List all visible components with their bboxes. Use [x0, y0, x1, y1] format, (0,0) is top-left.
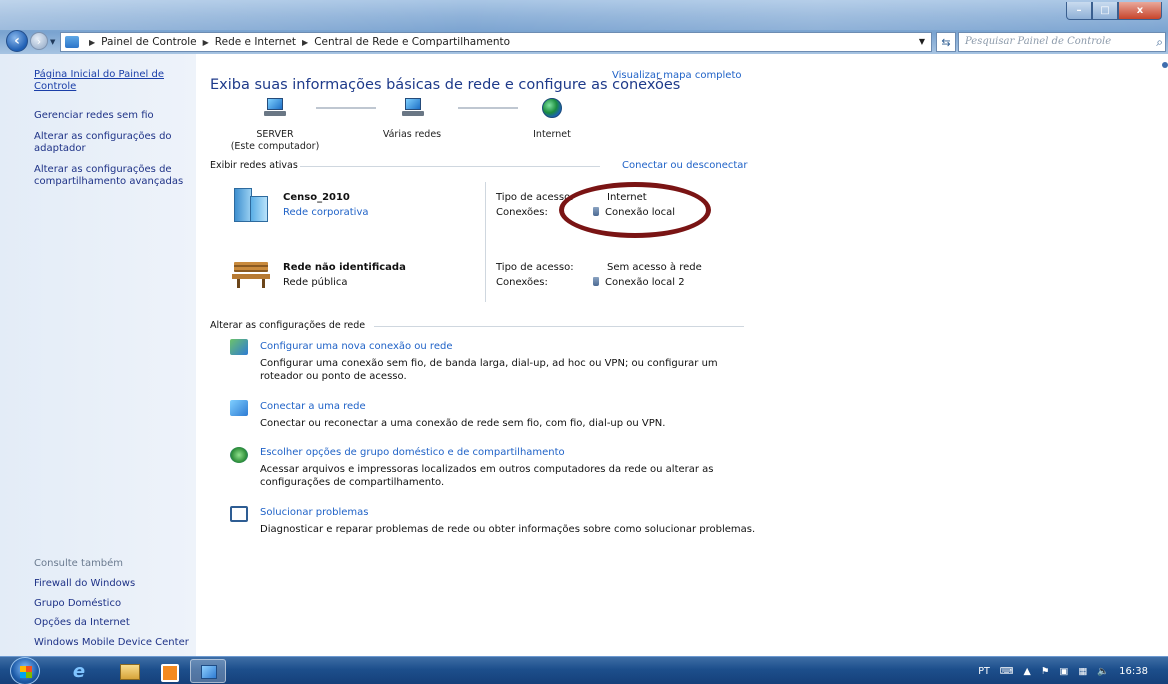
file-explorer-icon[interactable] — [110, 659, 148, 683]
breadcrumb-control-panel[interactable]: Painel de Controle — [101, 36, 196, 48]
action-center-flag-icon[interactable]: ⚑ — [1041, 666, 1050, 677]
connection-link[interactable]: Conexão local 2 — [593, 277, 685, 288]
search-icon[interactable]: ⌕ — [1156, 35, 1163, 50]
task-troubleshoot-link[interactable]: Solucionar problemas — [260, 507, 368, 518]
see-also-homegroup[interactable]: Grupo Doméstico — [34, 598, 121, 609]
access-type-value: Sem acesso à rede — [607, 262, 702, 273]
control-panel-taskbar-icon[interactable] — [190, 659, 226, 683]
computer-icon[interactable] — [264, 98, 286, 116]
access-type-label: Tipo de acesso: — [496, 262, 574, 273]
clock[interactable]: 16:38 — [1119, 666, 1148, 677]
network-tray-icon[interactable]: ▦ — [1078, 666, 1087, 677]
task-new-connection-desc: Configurar uma conexão sem fio, de banda… — [260, 358, 718, 369]
network-category-link[interactable]: Rede corporativa — [283, 207, 369, 218]
connect-network-icon — [230, 400, 248, 416]
see-also-firewall[interactable]: Firewall do Windows — [34, 578, 135, 589]
scrollbar-indicator[interactable] — [1162, 62, 1168, 68]
address-dropdown-icon[interactable]: ▼ — [919, 37, 925, 46]
task-homegroup-link[interactable]: Escolher opções de grupo doméstico e de … — [260, 447, 565, 458]
network-name: Censo_2010 — [283, 192, 350, 203]
task-new-connection-desc-2: roteador ou ponto de acesso. — [260, 371, 407, 382]
active-networks-title: Exibir redes ativas — [210, 160, 298, 171]
show-hidden-icons-icon[interactable]: ▲ — [1024, 666, 1031, 677]
see-also-mobile-device-center[interactable]: Windows Mobile Device Center — [34, 637, 189, 648]
manage-wireless-link[interactable]: Gerenciar redes sem fio — [34, 110, 184, 122]
map-connector — [316, 107, 376, 109]
map-node-networks-label: Várias redes — [382, 129, 442, 140]
breadcrumb-separator-icon[interactable]: ▶ — [302, 38, 308, 47]
network-name: Rede não identificada — [283, 262, 406, 273]
connection-link-text[interactable]: Conexão local 2 — [605, 277, 685, 288]
close-button[interactable]: x — [1118, 2, 1162, 20]
task-connect-network-desc: Conectar ou reconectar a uma conexão de … — [260, 418, 666, 429]
search-input[interactable]: Pesquisar Painel de Controle ⌕ — [958, 32, 1166, 52]
section-divider — [374, 326, 744, 327]
map-connector — [458, 107, 518, 109]
task-new-connection-link[interactable]: Configurar uma nova conexão ou rede — [260, 341, 452, 352]
network-icon[interactable] — [402, 98, 424, 116]
highlight-annotation — [559, 182, 711, 238]
change-adapter-settings-link[interactable]: Alterar as configurações do adaptador — [34, 131, 184, 155]
homegroup-icon — [230, 447, 248, 463]
control-panel-icon — [65, 36, 79, 48]
minimize-button[interactable]: – — [1066, 2, 1092, 20]
language-indicator[interactable]: PT — [978, 666, 990, 677]
device-icon[interactable]: ▣ — [1059, 666, 1068, 677]
task-troubleshoot-desc: Diagnosticar e reparar problemas de rede… — [260, 524, 756, 535]
main-content: Exiba suas informações básicas de rede e… — [196, 54, 1168, 656]
breadcrumb-network-internet[interactable]: Rede e Internet — [215, 36, 296, 48]
maximize-button[interactable]: □ — [1092, 2, 1118, 20]
history-dropdown-icon[interactable]: ▼ — [50, 38, 55, 46]
window-controls: – □ x — [1066, 2, 1162, 20]
task-homegroup-desc: Acessar arquivos e impressoras localizad… — [260, 464, 714, 475]
column-divider — [485, 182, 486, 302]
connections-label: Conexões: — [496, 207, 548, 218]
task-homegroup-desc-2: configurações de compartilhamento. — [260, 477, 445, 488]
page-title: Exiba suas informações básicas de rede e… — [210, 77, 681, 93]
connect-disconnect-link[interactable]: Conectar ou desconectar — [622, 160, 748, 171]
see-also-title: Consulte também — [34, 558, 124, 569]
volume-icon[interactable]: 🔈 — [1097, 666, 1109, 677]
advanced-sharing-settings-link[interactable]: Alterar as configurações de compartilham… — [34, 164, 184, 188]
start-button[interactable] — [10, 657, 40, 684]
system-tray: PT ⌨ ▲ ⚑ ▣ ▦ 🔈 16:38 — [978, 657, 1168, 684]
new-connection-icon — [230, 339, 248, 355]
keyboard-icon[interactable]: ⌨ — [1000, 666, 1014, 677]
map-node-computer-sublabel: (Este computador) — [230, 141, 320, 152]
change-settings-title: Alterar as configurações de rede — [210, 320, 366, 331]
internet-globe-icon[interactable] — [542, 98, 562, 118]
connection-plug-icon — [593, 277, 599, 286]
breadcrumb-network-center[interactable]: Central de Rede e Compartilhamento — [314, 36, 510, 48]
see-also-internet-options[interactable]: Opções da Internet — [34, 617, 130, 628]
refresh-button[interactable]: ⇆ — [936, 32, 956, 52]
view-full-map-link[interactable]: Visualizar mapa completo — [612, 70, 742, 81]
map-node-internet-label: Internet — [533, 129, 571, 140]
left-pane: Página Inicial do Painel de Controle Ger… — [0, 54, 196, 656]
task-connect-network-link[interactable]: Conectar a uma rede — [260, 401, 366, 412]
connections-label: Conexões: — [496, 277, 548, 288]
breadcrumb-separator-icon[interactable]: ▶ — [203, 38, 209, 47]
map-node-computer-label: SERVER — [256, 129, 294, 140]
media-player-icon[interactable] — [150, 659, 188, 683]
corporate-network-icon — [230, 188, 270, 222]
network-category-link[interactable]: Rede pública — [283, 277, 348, 288]
troubleshoot-icon — [230, 506, 248, 522]
taskbar: e PT ⌨ ▲ ⚑ ▣ ▦ 🔈 16:38 — [0, 656, 1168, 684]
back-button[interactable]: ‹ — [6, 30, 28, 52]
title-bar: – □ x ‹ › ▼ ▶ Painel de Controle ▶ Rede … — [0, 0, 1168, 54]
breadcrumb-separator-icon[interactable]: ▶ — [89, 38, 95, 47]
internet-explorer-icon[interactable]: e — [60, 659, 98, 683]
public-network-icon — [232, 260, 270, 288]
forward-button[interactable]: › — [30, 32, 48, 50]
address-bar[interactable]: ▶ Painel de Controle ▶ Rede e Internet ▶… — [60, 32, 932, 52]
search-placeholder: Pesquisar Painel de Controle — [965, 36, 1112, 47]
section-divider — [300, 166, 600, 167]
control-panel-home-link[interactable]: Página Inicial do Painel de Controle — [34, 69, 184, 93]
